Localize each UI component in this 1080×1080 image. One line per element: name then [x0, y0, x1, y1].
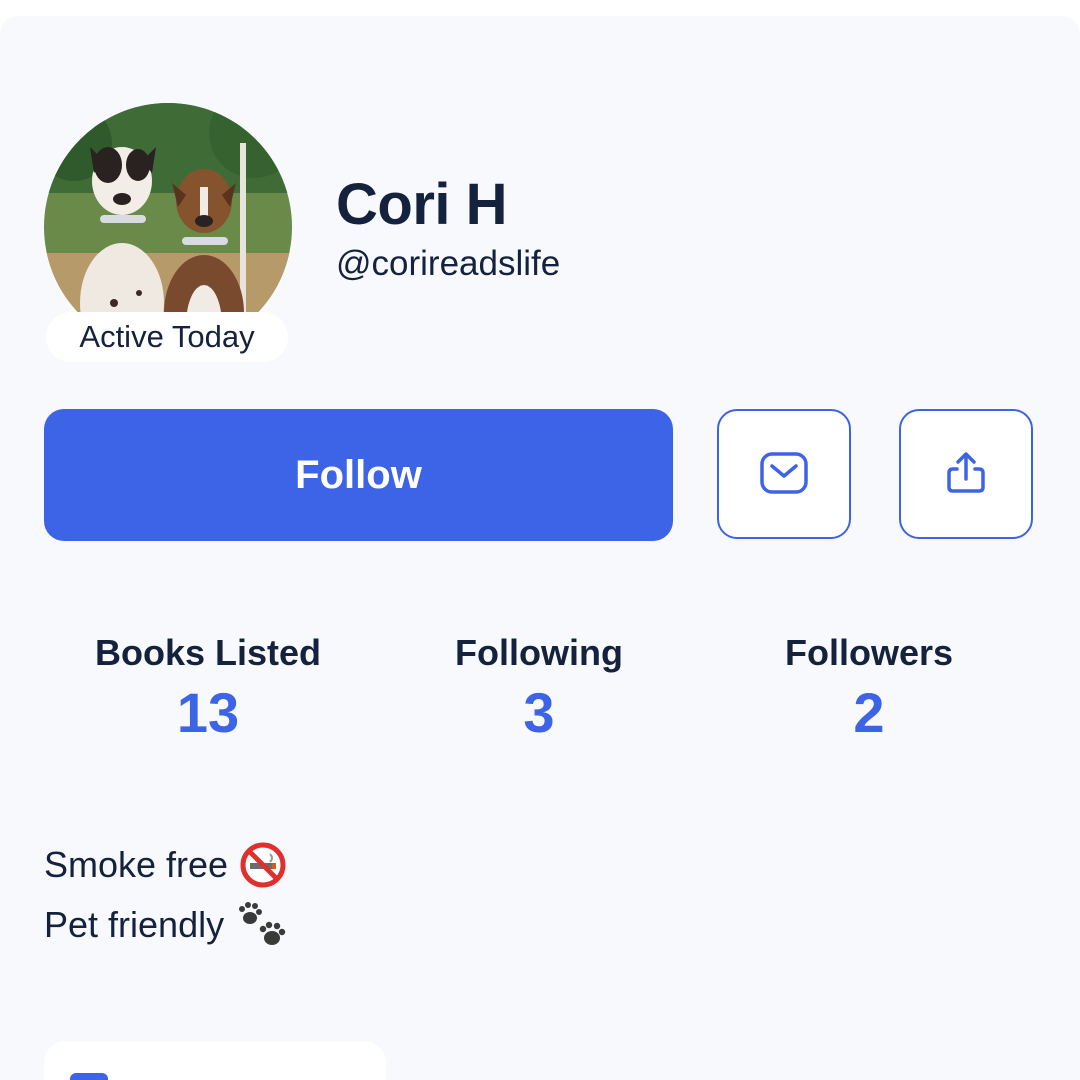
paw-prints-icon	[236, 900, 286, 950]
follow-button[interactable]: Follow	[44, 409, 673, 541]
stat-label: Followers	[784, 632, 954, 673]
profile-page: Active Today Cori H @corireadslife Follo…	[0, 16, 1080, 1080]
share-icon	[945, 451, 987, 498]
stat-label: Books Listed	[94, 632, 322, 673]
no-smoking-icon	[240, 842, 286, 888]
stat-value: 2	[853, 681, 885, 744]
stat-books-listed[interactable]: Books Listed 13	[58, 631, 358, 751]
bio-line-smoke-free: Smoke free	[44, 842, 286, 888]
stat-value: 3	[523, 681, 555, 744]
stat-value: 13	[176, 681, 240, 744]
bio-text: Smoke free	[44, 844, 229, 885]
share-button[interactable]	[899, 409, 1033, 539]
stat-following[interactable]: Following 3	[389, 631, 689, 751]
envelope-icon	[759, 451, 809, 498]
bio-text: Pet friendly	[44, 904, 225, 945]
stat-label: Following	[455, 632, 623, 673]
activity-status-badge: Active Today	[46, 312, 288, 362]
profile-handle: @corireadslife	[336, 244, 561, 283]
book-icon	[70, 1073, 108, 1080]
bio-line-pet-friendly: Pet friendly	[44, 900, 286, 950]
message-button[interactable]	[717, 409, 851, 539]
profile-name: Cori H	[336, 172, 508, 237]
listings-tab-card[interactable]	[44, 1041, 386, 1080]
stat-followers[interactable]: Followers 2	[719, 631, 1019, 751]
